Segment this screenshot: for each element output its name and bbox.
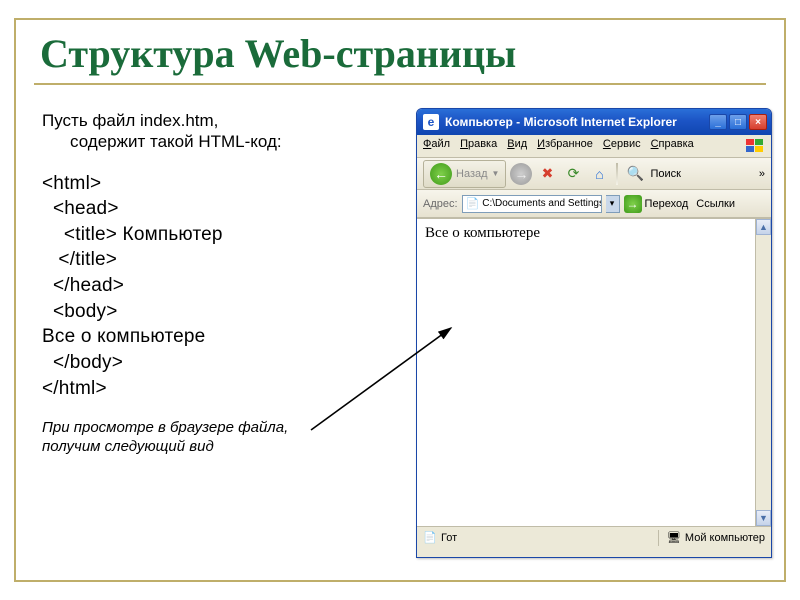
- dropdown-icon: ▼: [492, 169, 500, 178]
- toolbar-overflow-icon[interactable]: »: [759, 168, 765, 180]
- menu-view[interactable]: Вид: [507, 138, 527, 154]
- forward-button[interactable]: →: [510, 163, 532, 185]
- window-buttons: _ □ ×: [709, 114, 767, 130]
- ie-app-icon: e: [423, 114, 439, 130]
- minimize-button[interactable]: _: [709, 114, 727, 130]
- page-content: Все о компьютере ▲ ▼: [417, 218, 771, 526]
- windows-flag-icon: [745, 138, 765, 154]
- window-title: Компьютер - Microsoft Internet Explorer: [445, 115, 703, 129]
- zone-label: Мой компьютер: [685, 532, 765, 544]
- outro-line: получим следующий вид: [42, 438, 382, 457]
- status-text: Гот: [441, 532, 457, 544]
- back-button[interactable]: ← Назад ▼: [423, 160, 506, 188]
- outro-line: При просмотре в браузере файла,: [42, 419, 382, 438]
- go-label: Переход: [645, 198, 689, 210]
- slide-frame: Структура Web-страницы Пусть файл index.…: [14, 18, 786, 582]
- intro-text: Пусть файл index.htm, содержит такой HTM…: [42, 110, 382, 153]
- title-divider: [34, 83, 766, 85]
- address-input[interactable]: 📄 C:\Documents and Settings\: [462, 195, 602, 213]
- menu-bar: Файл Правка Вид Избранное Сервис Справка: [417, 135, 771, 158]
- back-arrow-icon: ←: [430, 163, 452, 185]
- code-line: </title>: [42, 247, 382, 273]
- menu-favorites[interactable]: Избранное: [537, 138, 593, 154]
- code-line: </head>: [42, 273, 382, 299]
- code-line: <body>: [42, 299, 382, 325]
- menu-edit[interactable]: Правка: [460, 138, 497, 154]
- menu-tools[interactable]: Сервис: [603, 138, 641, 154]
- intro-line: Пусть файл index.htm,: [42, 110, 382, 131]
- toolbar-separator: [616, 163, 618, 185]
- scroll-down-icon[interactable]: ▼: [756, 510, 771, 526]
- address-bar: Адрес: 📄 C:\Documents and Settings\ ▾ → …: [417, 190, 771, 218]
- status-page-icon: 📄: [423, 531, 437, 545]
- close-button[interactable]: ×: [749, 114, 767, 130]
- stop-button[interactable]: ✖: [536, 163, 558, 185]
- address-value: C:\Documents and Settings\: [482, 198, 601, 209]
- page-icon: 📄: [466, 197, 480, 211]
- slide-title: Структура Web-страницы: [40, 30, 784, 77]
- menu-help[interactable]: Справка: [651, 138, 694, 154]
- maximize-button[interactable]: □: [729, 114, 747, 130]
- back-label: Назад: [456, 168, 488, 180]
- code-line: </body>: [42, 350, 382, 376]
- links-label[interactable]: Ссылки: [696, 198, 735, 210]
- home-button[interactable]: ⌂: [588, 163, 610, 185]
- my-computer-icon: 🖥: [667, 531, 681, 545]
- go-button[interactable]: → Переход: [624, 195, 689, 213]
- page-text: Все о компьютере: [425, 225, 540, 241]
- code-line: <html>: [42, 171, 382, 197]
- titlebar[interactable]: e Компьютер - Microsoft Internet Explore…: [417, 109, 771, 135]
- browser-window: e Компьютер - Microsoft Internet Explore…: [416, 108, 772, 558]
- code-line: <title> Компьютер: [42, 222, 382, 248]
- search-label[interactable]: Поиск: [650, 168, 680, 180]
- code-line: Все о компьютере: [42, 324, 382, 350]
- code-line: <head>: [42, 196, 382, 222]
- refresh-button[interactable]: ⟳: [562, 163, 584, 185]
- menu-file[interactable]: Файл: [423, 138, 450, 154]
- outro-text: При просмотре в браузере файла, получим …: [42, 419, 382, 457]
- scroll-up-icon[interactable]: ▲: [756, 219, 771, 235]
- scrollbar[interactable]: ▲ ▼: [755, 219, 771, 526]
- address-label: Адрес:: [423, 198, 458, 210]
- status-separator: [658, 530, 659, 546]
- code-block: <html> <head> <title> Компьютер </title>…: [42, 171, 382, 402]
- intro-line: содержит такой HTML-код:: [42, 131, 382, 152]
- toolbar: ← Назад ▼ → ✖ ⟳ ⌂ 🔍 Поиск »: [417, 158, 771, 190]
- address-dropdown-icon[interactable]: ▾: [606, 195, 620, 213]
- left-column: Пусть файл index.htm, содержит такой HTM…: [42, 110, 382, 457]
- code-line: </html>: [42, 376, 382, 402]
- go-arrow-icon: →: [624, 195, 642, 213]
- search-icon[interactable]: 🔍: [624, 163, 646, 185]
- status-bar: 📄 Гот 🖥 Мой компьютер: [417, 526, 771, 548]
